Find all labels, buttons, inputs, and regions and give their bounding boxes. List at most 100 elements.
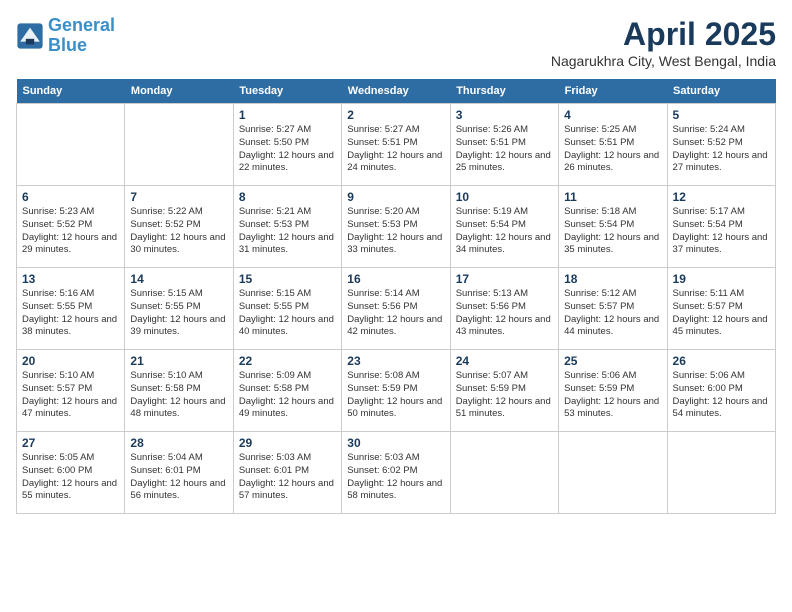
header: General Blue April 2025 Nagarukhra City,… — [16, 16, 776, 69]
month-title: April 2025 — [551, 16, 776, 53]
logo-icon — [16, 22, 44, 50]
day-number: 14 — [130, 272, 227, 286]
day-info: Sunrise: 5:07 AMSunset: 5:59 PMDaylight:… — [456, 370, 553, 421]
day-info: Sunrise: 5:11 AMSunset: 5:57 PMDaylight:… — [673, 288, 770, 339]
calendar: SundayMondayTuesdayWednesdayThursdayFrid… — [16, 79, 776, 514]
day-info: Sunrise: 5:06 AMSunset: 5:59 PMDaylight:… — [564, 370, 661, 421]
day-info: Sunrise: 5:03 AMSunset: 6:02 PMDaylight:… — [347, 452, 444, 503]
logo-text: General Blue — [48, 16, 115, 56]
calendar-cell: 26 Sunrise: 5:06 AMSunset: 6:00 PMDayligh… — [667, 350, 775, 432]
day-number: 2 — [347, 108, 444, 122]
calendar-cell: 21 Sunrise: 5:10 AMSunset: 5:58 PMDayligh… — [125, 350, 233, 432]
logo: General Blue — [16, 16, 115, 56]
calendar-cell — [559, 432, 667, 514]
calendar-cell — [125, 104, 233, 186]
day-info: Sunrise: 5:19 AMSunset: 5:54 PMDaylight:… — [456, 206, 553, 257]
calendar-cell: 17Sunrise: 5:13 AMSunset: 5:56 PMDayligh… — [450, 268, 558, 350]
calendar-cell — [667, 432, 775, 514]
weekday-header-saturday: Saturday — [667, 79, 775, 104]
day-number: 8 — [239, 190, 336, 204]
day-number: 22 — [239, 354, 336, 368]
day-number: 15 — [239, 272, 336, 286]
weekday-header-friday: Friday — [559, 79, 667, 104]
day-number: 12 — [673, 190, 770, 204]
calendar-cell: 13 Sunrise: 5:16 AMSunset: 5:55 PMDayligh… — [17, 268, 125, 350]
calendar-cell: 4Sunrise: 5:25 AMSunset: 5:51 PMDaylight… — [559, 104, 667, 186]
calendar-cell: 7 Sunrise: 5:22 AMSunset: 5:52 PMDaylight… — [125, 186, 233, 268]
day-info: Sunrise: 5:24 AMSunset: 5:52 PMDaylight:… — [673, 124, 770, 175]
day-info: Sunrise: 5:06 AMSunset: 6:00 PMDaylight:… — [673, 370, 770, 421]
calendar-cell: 22 Sunrise: 5:09 AMSunset: 5:58 PMDayligh… — [233, 350, 341, 432]
day-number: 6 — [22, 190, 119, 204]
calendar-cell: 14Sunrise: 5:15 AMSunset: 5:55 PMDayligh… — [125, 268, 233, 350]
calendar-cell: 25 Sunrise: 5:06 AMSunset: 5:59 PMDayligh… — [559, 350, 667, 432]
day-number: 29 — [239, 436, 336, 450]
day-number: 20 — [22, 354, 119, 368]
calendar-cell: 9 Sunrise: 5:20 AMSunset: 5:53 PMDaylight… — [342, 186, 450, 268]
day-info: Sunrise: 5:10 AMSunset: 5:58 PMDaylight:… — [130, 370, 227, 421]
title-area: April 2025 Nagarukhra City, West Bengal,… — [551, 16, 776, 69]
calendar-cell: 11 Sunrise: 5:18 AMSunset: 5:54 PMDayligh… — [559, 186, 667, 268]
calendar-cell: 8Sunrise: 5:21 AMSunset: 5:53 PMDaylight… — [233, 186, 341, 268]
weekday-header-wednesday: Wednesday — [342, 79, 450, 104]
calendar-cell: 5 Sunrise: 5:24 AMSunset: 5:52 PMDaylight… — [667, 104, 775, 186]
day-number: 25 — [564, 354, 661, 368]
calendar-cell: 19 Sunrise: 5:11 AMSunset: 5:57 PMDayligh… — [667, 268, 775, 350]
calendar-cell: 27 Sunrise: 5:05 AMSunset: 6:00 PMDayligh… — [17, 432, 125, 514]
day-info: Sunrise: 5:09 AMSunset: 5:58 PMDaylight:… — [239, 370, 336, 421]
day-number: 5 — [673, 108, 770, 122]
day-number: 11 — [564, 190, 661, 204]
day-info: Sunrise: 5:08 AMSunset: 5:59 PMDaylight:… — [347, 370, 444, 421]
day-info: Sunrise: 5:22 AMSunset: 5:52 PMDaylight:… — [130, 206, 227, 257]
day-info: Sunrise: 5:04 AMSunset: 6:01 PMDaylight:… — [130, 452, 227, 503]
day-number: 7 — [130, 190, 227, 204]
calendar-cell: 24 Sunrise: 5:07 AMSunset: 5:59 PMDayligh… — [450, 350, 558, 432]
weekday-header-tuesday: Tuesday — [233, 79, 341, 104]
location-title: Nagarukhra City, West Bengal, India — [551, 53, 776, 69]
day-info: Sunrise: 5:18 AMSunset: 5:54 PMDaylight:… — [564, 206, 661, 257]
calendar-cell: 28 Sunrise: 5:04 AMSunset: 6:01 PMDayligh… — [125, 432, 233, 514]
calendar-cell: 15 Sunrise: 5:15 AMSunset: 5:55 PMDayligh… — [233, 268, 341, 350]
day-info: Sunrise: 5:27 AMSunset: 5:50 PMDaylight:… — [239, 124, 336, 175]
week-row-2: 6Sunrise: 5:23 AMSunset: 5:52 PMDaylight… — [17, 186, 776, 268]
day-info: Sunrise: 5:05 AMSunset: 6:00 PMDaylight:… — [22, 452, 119, 503]
day-number: 9 — [347, 190, 444, 204]
logo-line1: General — [48, 15, 115, 35]
calendar-cell: 16Sunrise: 5:14 AMSunset: 5:56 PMDayligh… — [342, 268, 450, 350]
day-number: 26 — [673, 354, 770, 368]
day-number: 23 — [347, 354, 444, 368]
day-number: 17 — [456, 272, 553, 286]
calendar-cell — [17, 104, 125, 186]
day-number: 27 — [22, 436, 119, 450]
calendar-cell: 10 Sunrise: 5:19 AMSunset: 5:54 PMDayligh… — [450, 186, 558, 268]
day-number: 10 — [456, 190, 553, 204]
calendar-cell — [450, 432, 558, 514]
day-number: 4 — [564, 108, 661, 122]
day-info: Sunrise: 5:27 AMSunset: 5:51 PMDaylight:… — [347, 124, 444, 175]
day-number: 28 — [130, 436, 227, 450]
day-info: Sunrise: 5:16 AMSunset: 5:55 PMDaylight:… — [22, 288, 119, 339]
day-number: 19 — [673, 272, 770, 286]
day-info: Sunrise: 5:20 AMSunset: 5:53 PMDaylight:… — [347, 206, 444, 257]
week-row-5: 27 Sunrise: 5:05 AMSunset: 6:00 PMDayligh… — [17, 432, 776, 514]
day-number: 13 — [22, 272, 119, 286]
day-number: 3 — [456, 108, 553, 122]
day-info: Sunrise: 5:15 AMSunset: 5:55 PMDaylight:… — [239, 288, 336, 339]
calendar-cell: 18Sunrise: 5:12 AMSunset: 5:57 PMDayligh… — [559, 268, 667, 350]
day-info: Sunrise: 5:26 AMSunset: 5:51 PMDaylight:… — [456, 124, 553, 175]
week-row-4: 20 Sunrise: 5:10 AMSunset: 5:57 PMDayligh… — [17, 350, 776, 432]
day-number: 24 — [456, 354, 553, 368]
calendar-cell: 6Sunrise: 5:23 AMSunset: 5:52 PMDaylight… — [17, 186, 125, 268]
weekday-header-row: SundayMondayTuesdayWednesdayThursdayFrid… — [17, 79, 776, 104]
day-info: Sunrise: 5:10 AMSunset: 5:57 PMDaylight:… — [22, 370, 119, 421]
weekday-header-thursday: Thursday — [450, 79, 558, 104]
day-info: Sunrise: 5:03 AMSunset: 6:01 PMDaylight:… — [239, 452, 336, 503]
weekday-header-monday: Monday — [125, 79, 233, 104]
day-number: 21 — [130, 354, 227, 368]
weekday-header-sunday: Sunday — [17, 79, 125, 104]
day-info: Sunrise: 5:14 AMSunset: 5:56 PMDaylight:… — [347, 288, 444, 339]
day-info: Sunrise: 5:12 AMSunset: 5:57 PMDaylight:… — [564, 288, 661, 339]
calendar-cell: 3 Sunrise: 5:26 AMSunset: 5:51 PMDaylight… — [450, 104, 558, 186]
logo-line2: Blue — [48, 35, 87, 55]
calendar-cell: 20 Sunrise: 5:10 AMSunset: 5:57 PMDayligh… — [17, 350, 125, 432]
